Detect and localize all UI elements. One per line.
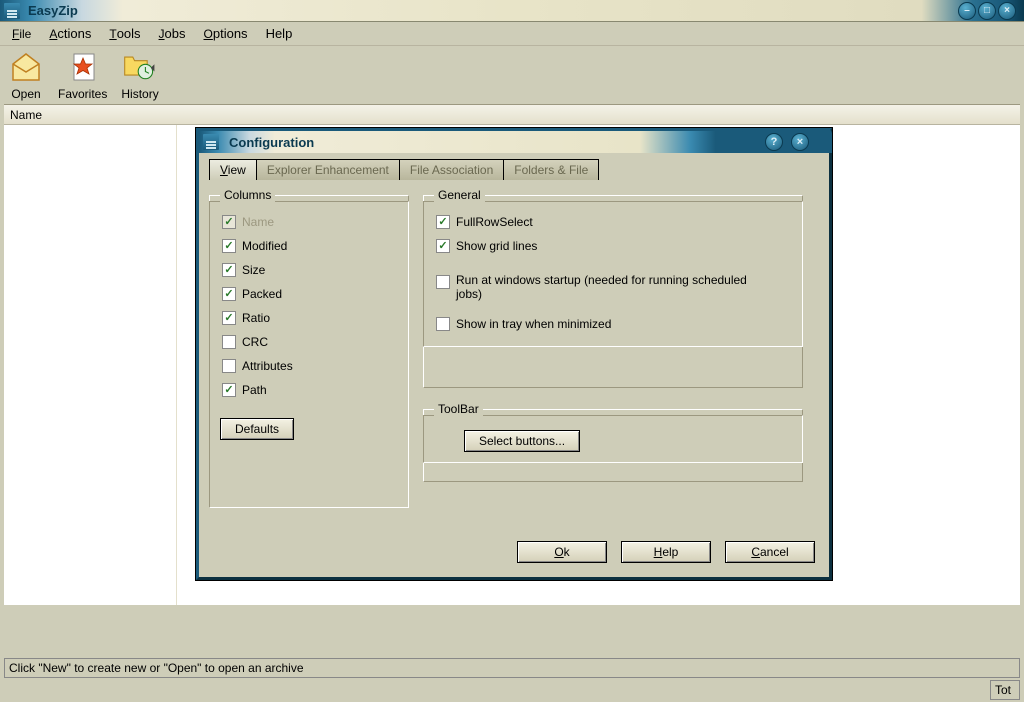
group-columns-legend: Columns: [220, 188, 275, 202]
checkbox-name: [222, 215, 236, 229]
tab-view[interactable]: View: [209, 159, 256, 180]
menu-jobs[interactable]: Jobs: [159, 26, 186, 41]
close-button[interactable]: ×: [998, 2, 1016, 20]
checkbox-ratio[interactable]: [222, 311, 236, 325]
checkbox-run-at-startup-label: Run at windows startup (needed for runni…: [456, 273, 776, 301]
group-general-legend: General: [434, 188, 485, 202]
window-title: EasyZip: [28, 3, 78, 18]
checkbox-size-label: Size: [242, 263, 265, 277]
cancel-button[interactable]: Cancel: [725, 541, 815, 563]
toolbar-favorites-label: Favorites: [58, 87, 107, 101]
checkbox-ratio-label: Ratio: [242, 311, 270, 325]
file-star-icon: [65, 49, 101, 85]
checkbox-path[interactable]: [222, 383, 236, 397]
checkbox-show-in-tray[interactable]: [436, 317, 450, 331]
checkbox-modified-label: Modified: [242, 239, 287, 253]
defaults-button[interactable]: Defaults: [220, 418, 294, 440]
configuration-dialog: Configuration ? × View Explorer Enhancem…: [196, 128, 832, 580]
help-button[interactable]: Help: [621, 541, 711, 563]
group-toolbar: ToolBar Select buttons...: [423, 402, 803, 482]
menu-file[interactable]: File: [12, 26, 31, 41]
tab-explorer-enhancement[interactable]: Explorer Enhancement: [256, 159, 399, 180]
checkbox-name-label: Name: [242, 215, 274, 229]
checkbox-path-label: Path: [242, 383, 267, 397]
app-icon: [4, 3, 20, 19]
list-header-name[interactable]: Name: [4, 105, 1020, 125]
toolbar: Open Favorites History: [0, 46, 1024, 104]
envelope-open-icon: [8, 49, 44, 85]
checkbox-fullrowselect-label: FullRowSelect: [456, 215, 533, 229]
main-titlebar: EasyZip – □ ×: [0, 0, 1024, 22]
select-buttons-button[interactable]: Select buttons...: [464, 430, 580, 452]
menu-help[interactable]: Help: [266, 26, 293, 41]
dialog-icon: [203, 134, 219, 150]
checkbox-crc-label: CRC: [242, 335, 268, 349]
toolbar-favorites[interactable]: Favorites: [58, 49, 107, 101]
group-toolbar-legend: ToolBar: [434, 402, 483, 416]
folder-clock-icon: [122, 49, 158, 85]
dialog-titlebar: Configuration ? ×: [199, 131, 829, 153]
checkbox-modified[interactable]: [222, 239, 236, 253]
dialog-tabs: View Explorer Enhancement File Associati…: [209, 159, 819, 180]
checkbox-run-at-startup[interactable]: [436, 275, 450, 289]
dialog-title: Configuration: [229, 135, 314, 150]
group-general: General FullRowSelect Show grid lines Ru…: [423, 188, 803, 388]
dialog-close-button[interactable]: ×: [791, 133, 809, 151]
menu-actions[interactable]: Actions: [49, 26, 91, 41]
checkbox-size[interactable]: [222, 263, 236, 277]
menu-tools[interactable]: Tools: [109, 26, 140, 41]
status-bar: Click "New" to create new or "Open" to o…: [4, 658, 1020, 678]
checkbox-packed[interactable]: [222, 287, 236, 301]
ok-button[interactable]: Ok: [517, 541, 607, 563]
status-bar-right: Tot: [990, 680, 1020, 700]
checkbox-attributes-label: Attributes: [242, 359, 293, 373]
toolbar-history[interactable]: History: [121, 49, 158, 101]
checkbox-fullrowselect[interactable]: [436, 215, 450, 229]
menu-options[interactable]: Options: [204, 26, 248, 41]
toolbar-open-label: Open: [11, 87, 40, 101]
minimize-button[interactable]: –: [958, 2, 976, 20]
checkbox-gridlines[interactable]: [436, 239, 450, 253]
toolbar-history-label: History: [121, 87, 158, 101]
checkbox-packed-label: Packed: [242, 287, 282, 301]
toolbar-open[interactable]: Open: [8, 49, 44, 101]
dialog-help-button[interactable]: ?: [765, 133, 783, 151]
tab-file-association[interactable]: File Association: [399, 159, 503, 180]
checkbox-crc[interactable]: [222, 335, 236, 349]
menubar: File Actions Tools Jobs Options Help: [0, 22, 1024, 46]
checkbox-gridlines-label: Show grid lines: [456, 239, 537, 253]
checkbox-attributes[interactable]: [222, 359, 236, 373]
group-columns: Columns Name Modified Size Packed Ratio …: [209, 188, 409, 508]
maximize-button[interactable]: □: [978, 2, 996, 20]
tab-folders-file[interactable]: Folders & File: [503, 159, 599, 180]
checkbox-show-in-tray-label: Show in tray when minimized: [456, 317, 611, 331]
